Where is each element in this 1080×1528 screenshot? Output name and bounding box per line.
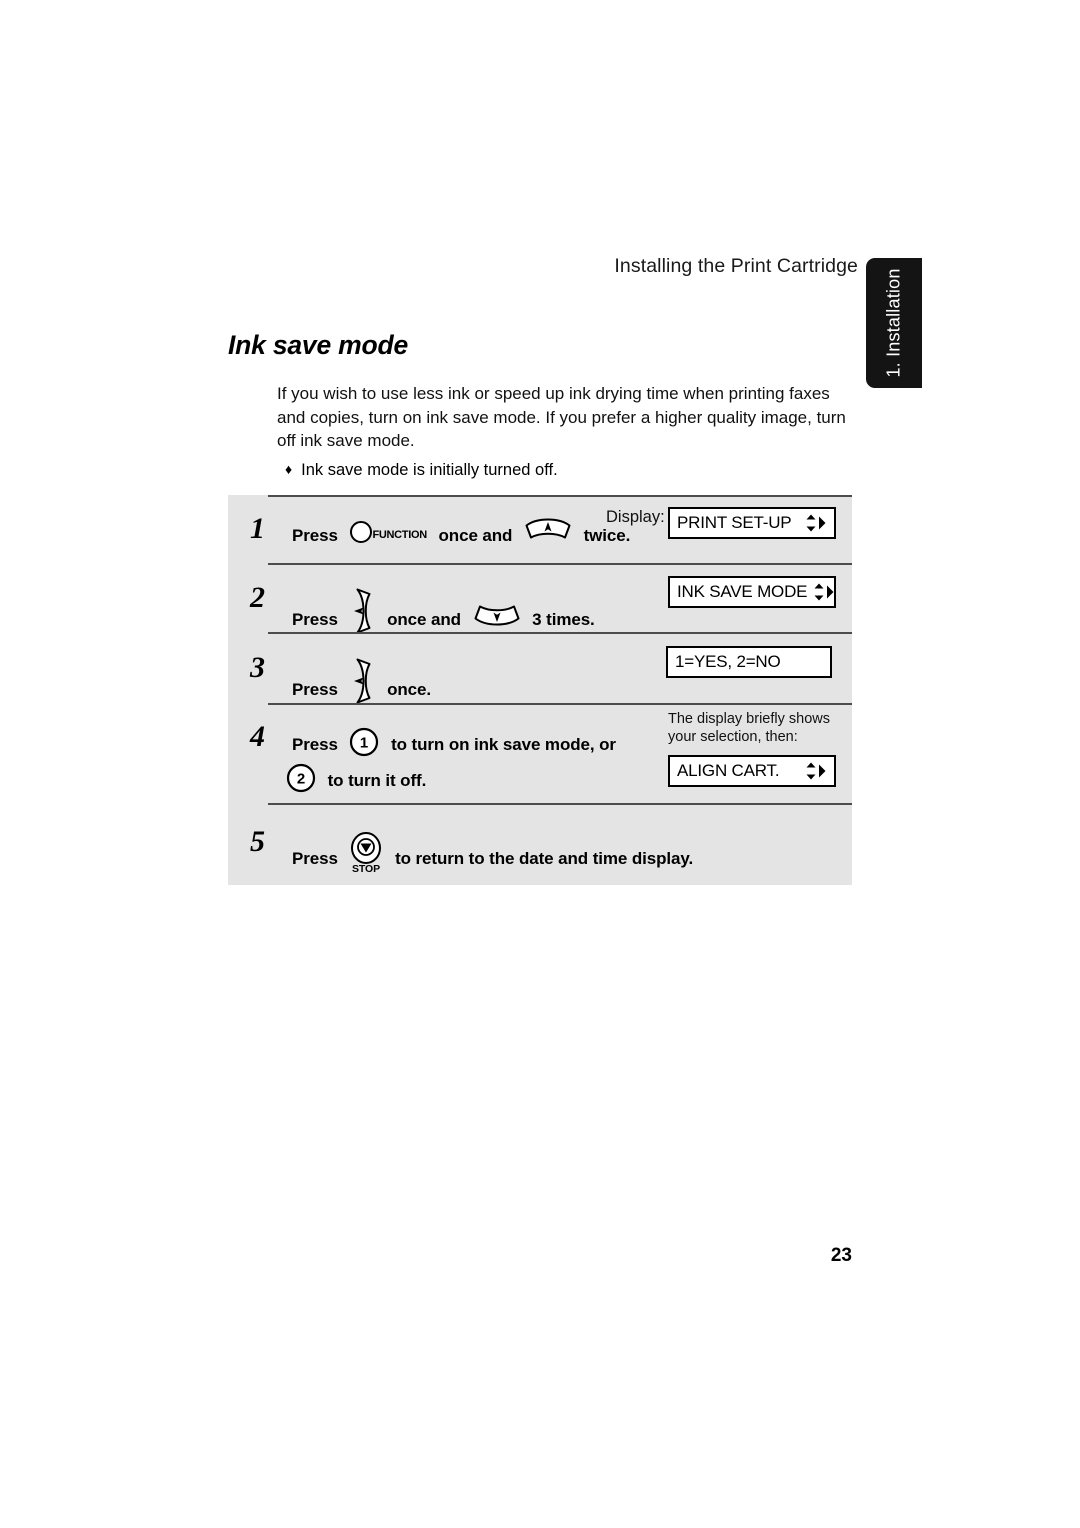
display-side-note: The display briefly shows your selection… [668,711,830,745]
step-number: 4 [250,720,265,753]
updown-right-arrows-icon [805,761,827,781]
step-text-end: to return to the date and time display. [395,848,694,868]
step-text-middle: once and [387,609,461,629]
step-instruction: Press once and 3 times. [292,587,595,635]
step-number: 5 [250,825,265,858]
section-tab-installation: 1. Installation [866,258,922,388]
section-tab-label: 1. Installation [883,268,904,378]
step-divider [268,703,852,705]
svg-text:2: 2 [297,771,305,788]
diamond-bullet-icon: ♦ [285,461,293,477]
running-head: Installing the Print Cartridge [614,255,858,277]
step-text-end: twice. [583,525,631,545]
lcd-display: INK SAVE MODE [668,576,836,608]
lcd-text: ALIGN CART. [677,761,780,780]
steps-panel: 1 Press FUNCTION once and twice. Display… [228,495,852,885]
lcd-display: ALIGN CART. [668,755,836,787]
stop-key-icon: STOP [349,832,383,876]
function-key-label: FUNCTION [372,529,427,541]
lcd-display: PRINT SET-UP [668,507,836,539]
step-divider [268,632,852,634]
step-text-end: once. [387,679,431,699]
press-label: Press [292,525,338,545]
step-instruction: Press once. [292,657,431,705]
step-text-end: 3 times. [532,609,595,629]
keypad-key-1-icon: 1 [349,727,379,757]
step-row: 1 Press FUNCTION once and twice. Display… [228,495,852,563]
step-text-middle: once and [438,525,513,545]
updown-right-arrows-icon [805,513,827,533]
intro-paragraph: If you wish to use less ink or speed up … [277,384,846,450]
step-row: 5 Press STOP to return to the date and t… [228,803,852,885]
press-label: Press [292,679,338,699]
press-label: Press [292,609,338,629]
right-arrow-key-icon [349,657,375,705]
press-label: Press [292,734,338,754]
step-text-after-key-1: to turn on ink save mode, or [391,734,616,754]
step-row: 4 Press 1 to turn on ink save mode, or 2… [228,703,852,803]
svg-text:1: 1 [360,735,368,752]
updown-right-arrows-icon [813,582,835,602]
step-divider [268,803,852,805]
lcd-text: 1=YES, 2=NO [675,652,781,671]
lcd-text: INK SAVE MODE [677,582,808,601]
up-arrow-key-icon [473,601,521,627]
step-divider [268,495,852,497]
page-title: Ink save mode [228,330,409,360]
keypad-key-2-icon: 2 [286,763,316,793]
lcd-text: PRINT SET-UP [677,513,792,532]
down-arrow-key-icon [524,517,572,543]
step-instruction: Press STOP to return to the date and tim… [292,832,693,876]
step-row: 3 Press once. 1=YES, 2=NO [228,632,852,705]
step-row: 2 Press once and 3 times. INK SAVE MODE [228,563,852,635]
step-instruction-line-2: 2 to turn it off. [286,763,426,793]
right-arrow-key-icon [349,587,375,635]
step-number: 2 [250,581,265,614]
display-label: Display: [606,508,665,526]
step-instruction: Press FUNCTION once and twice. [292,517,630,546]
press-label: Press [292,848,338,868]
step-instruction-line-1: Press 1 to turn on ink save mode, or [292,727,616,757]
step-text-after-key-2: to turn it off. [327,770,427,790]
lcd-display: 1=YES, 2=NO [666,646,832,678]
step-divider [268,563,852,565]
bullet-note: ♦ Ink save mode is initially turned off. [285,458,865,481]
svg-text:STOP: STOP [352,863,380,875]
step-number: 1 [250,512,265,545]
page-number: 23 [830,1245,852,1266]
step-number: 3 [250,651,265,684]
bullet-note-text: Ink save mode is initially turned off. [301,461,558,479]
function-key-icon [349,520,373,544]
